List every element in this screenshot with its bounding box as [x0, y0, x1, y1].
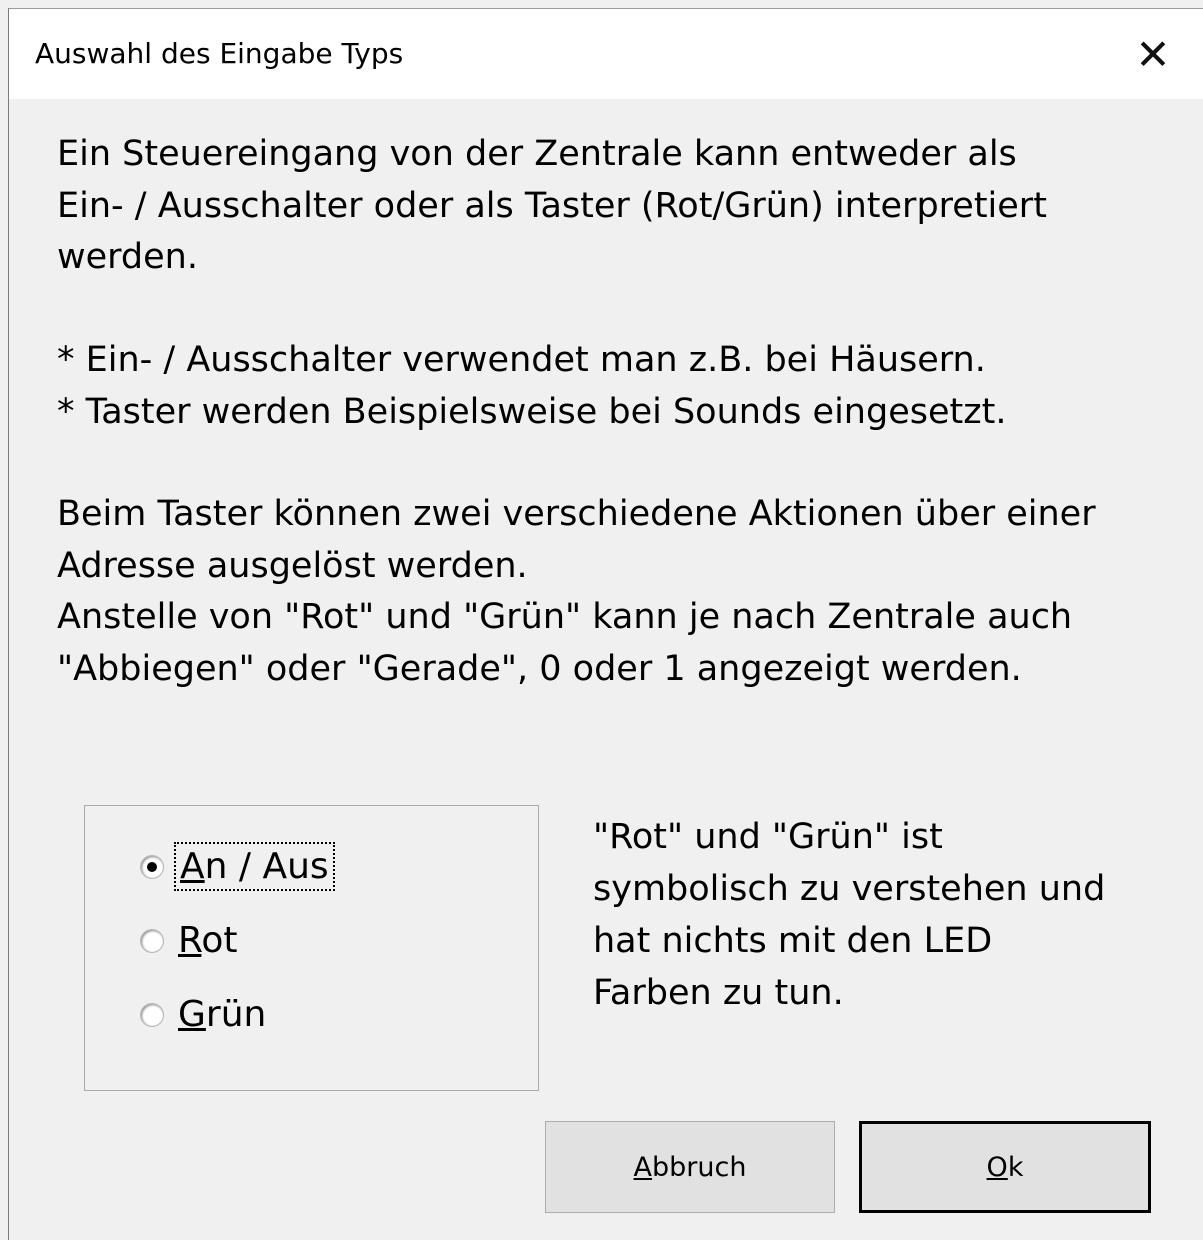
- color-note: "Rot" und "Grün" ist symbolisch zu verst…: [593, 817, 1106, 1013]
- radio-label-gruen: Grün: [178, 994, 267, 1035]
- title-bar: Auswahl des Eingabe Typs ✕: [9, 9, 1203, 99]
- radio-label-an-aus: An / Aus: [174, 842, 335, 891]
- dialog-title: Auswahl des Eingabe Typs: [35, 37, 404, 70]
- hint-list: * Ein- / Ausschalter verwendet man z.B. …: [57, 340, 1007, 432]
- description-text: Ein Steuereingang von der Zentrale kann …: [57, 134, 1047, 277]
- taster-explanation: Beim Taster können zwei verschiedene Akt…: [57, 494, 1096, 689]
- radio-gruen[interactable]: Grün: [140, 994, 266, 1035]
- input-type-radio-group: An / Aus Rot Grün: [84, 805, 539, 1091]
- radio-label-rot: Rot: [178, 920, 238, 961]
- radio-rot[interactable]: Rot: [140, 920, 238, 961]
- cancel-button[interactable]: Abbruch: [545, 1121, 835, 1213]
- close-icon[interactable]: ✕: [1103, 9, 1203, 99]
- dialog-window: Auswahl des Eingabe Typs ✕ Ein Steuerein…: [8, 8, 1203, 1240]
- radio-an-aus[interactable]: An / Aus: [140, 842, 335, 891]
- radio-indicator[interactable]: [140, 854, 164, 879]
- radio-indicator[interactable]: [140, 928, 164, 953]
- ok-button[interactable]: Ok: [859, 1121, 1151, 1213]
- radio-indicator[interactable]: [140, 1002, 164, 1027]
